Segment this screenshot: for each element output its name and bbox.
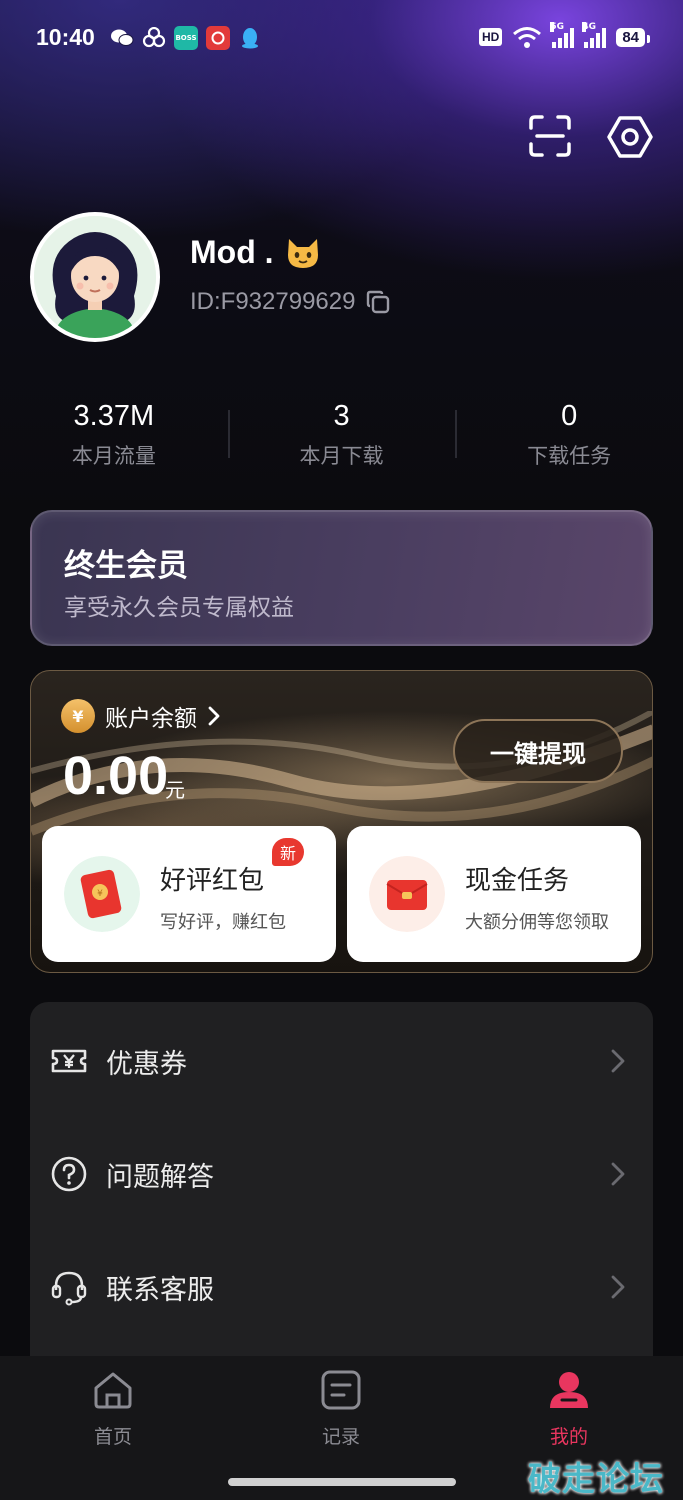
review-redpacket-card[interactable]: ¥ 好评红包 写好评，赚红包 新 xyxy=(42,826,336,962)
task-title: 好评红包 xyxy=(160,866,265,896)
red-packet-icon: ¥ xyxy=(64,856,140,932)
gear-icon xyxy=(607,116,653,158)
scan-icon xyxy=(529,115,571,157)
avatar[interactable] xyxy=(30,212,160,342)
stat-value: 0 xyxy=(561,400,578,432)
record-icon xyxy=(321,1370,361,1410)
status-right: HD 5G 4G 84 xyxy=(478,22,650,49)
balance-card: ¥ 账户余额 0.00 元 一键提现 ¥ 好评红包 写好评，赚红包 新 现金任务… xyxy=(30,670,653,973)
chevron-right-icon xyxy=(611,1275,625,1299)
nickname: Mod . xyxy=(190,234,322,271)
qq-icon xyxy=(238,26,262,50)
profile-icon xyxy=(550,1372,588,1408)
nickname-text: Mod . xyxy=(190,234,274,270)
coin-icon: ¥ xyxy=(61,699,95,733)
battery-indicator: 84 xyxy=(616,27,650,47)
cash-task-card[interactable]: 现金任务 大额分佣等您领取 xyxy=(347,826,641,962)
balance-unit: 元 xyxy=(165,778,185,802)
notification-icons: BOSS xyxy=(110,26,262,50)
red-envelope-icon xyxy=(369,856,445,932)
menu-label: 问题解答 xyxy=(106,1161,214,1193)
copy-icon[interactable] xyxy=(365,289,391,315)
stat-label: 本月流量 xyxy=(71,444,156,468)
menu-label: 优惠券 xyxy=(106,1048,187,1080)
stat-monthly-traffic[interactable]: 3.37M 本月流量 xyxy=(0,396,228,476)
settings-button[interactable] xyxy=(606,114,654,160)
boss-app-icon: BOSS xyxy=(174,26,198,50)
user-id-text: ID:F932799629 xyxy=(190,288,356,315)
balance-label: 账户余额 xyxy=(105,706,197,732)
hd-icon: HD xyxy=(478,28,503,46)
chevron-right-icon xyxy=(611,1049,625,1073)
coupon-icon xyxy=(51,1049,87,1073)
member-title: 终生会员 xyxy=(64,548,188,584)
signal-4g-icon: 4G xyxy=(582,22,607,48)
lifetime-member-card[interactable]: 终生会员 享受永久会员专属权益 xyxy=(30,510,653,646)
help-icon xyxy=(51,1156,87,1192)
user-id: ID:F932799629 xyxy=(190,288,391,316)
menu-label: 联系客服 xyxy=(106,1274,214,1306)
menu-item-coupons[interactable]: 优惠券 xyxy=(30,1006,653,1116)
app-notification-icon xyxy=(142,26,166,50)
tab-profile[interactable]: 我的 xyxy=(509,1368,629,1449)
cat-emoji-icon xyxy=(287,238,318,268)
status-bar: 10:40 BOSS HD 5G 4G 84 xyxy=(0,0,683,80)
tab-home[interactable]: 首页 xyxy=(53,1368,173,1449)
tab-label: 记录 xyxy=(321,1426,360,1448)
stat-value: 3 xyxy=(333,400,350,432)
tab-label: 首页 xyxy=(93,1426,132,1448)
balance-header-link[interactable]: ¥ 账户余额 xyxy=(61,699,221,733)
menu-item-faq[interactable]: 问题解答 xyxy=(30,1119,653,1229)
avatar-illustration xyxy=(34,216,156,338)
member-subtitle: 享受永久会员专属权益 xyxy=(64,595,294,621)
task-subtitle: 写好评，赚红包 xyxy=(160,912,286,933)
stat-monthly-downloads[interactable]: 3 本月下载 xyxy=(227,396,456,476)
forum-watermark: 破走论坛 xyxy=(528,1459,664,1498)
stat-label: 下载任务 xyxy=(527,444,612,468)
task-subtitle: 大额分佣等您领取 xyxy=(465,912,609,933)
stats-row: 3.37M 本月流量 3 本月下载 0 下载任务 xyxy=(0,396,683,476)
wechat-icon xyxy=(110,26,134,50)
withdraw-button[interactable]: 一键提现 xyxy=(453,719,623,783)
home-icon xyxy=(94,1372,132,1409)
scan-button[interactable] xyxy=(528,114,572,158)
chevron-right-icon xyxy=(208,706,220,726)
new-badge: 新 xyxy=(272,838,304,866)
balance-amount: 0.00 xyxy=(63,746,169,806)
signal-5g-icon: 5G xyxy=(550,22,575,48)
svg-text:¥: ¥ xyxy=(97,889,103,899)
stat-value: 3.37M xyxy=(73,400,155,432)
headset-icon xyxy=(51,1271,87,1306)
home-indicator[interactable] xyxy=(228,1478,456,1486)
chevron-right-icon xyxy=(611,1162,625,1186)
wifi-icon xyxy=(513,27,542,48)
stat-download-tasks[interactable]: 0 下载任务 xyxy=(455,396,683,476)
status-time: 10:40 xyxy=(36,24,95,50)
tab-label: 我的 xyxy=(549,1426,588,1448)
menu-item-customer-service[interactable]: 联系客服 xyxy=(30,1232,653,1342)
task-title: 现金任务 xyxy=(465,866,570,896)
music-app-icon xyxy=(206,26,230,50)
tab-records[interactable]: 记录 xyxy=(281,1368,401,1449)
stat-label: 本月下载 xyxy=(299,444,384,468)
